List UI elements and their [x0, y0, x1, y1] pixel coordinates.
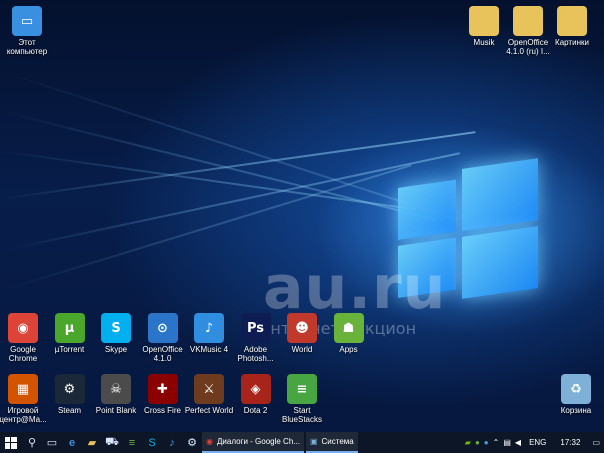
game-center-icon: ▦ — [8, 374, 38, 404]
desktop-icon-label: Этот компьютер — [6, 38, 48, 56]
tray-app-icon[interactable]: ● — [475, 438, 480, 447]
desktop-icon-bluestacks[interactable]: ≡ Start BlueStacks — [275, 374, 329, 424]
folder-icon — [513, 6, 543, 36]
perfect-world-icon: ⚔ — [194, 374, 224, 404]
desktop-icon-apps[interactable]: ☗ Apps — [322, 313, 376, 354]
bluestacks-icon: ≡ — [287, 374, 317, 404]
openoffice-icon: ⊙ — [147, 313, 178, 343]
system-tray: ▰ ● ● ⌃ ▤ ◀ ENG 17:32 ▭ — [465, 432, 604, 453]
dota2-icon: ◈ — [240, 374, 271, 404]
recycle-bin-icon: ♻ — [561, 374, 591, 404]
apps-icon: ☗ — [333, 313, 364, 343]
utorrent-icon: µ — [54, 313, 85, 343]
steam-icon[interactable]: ⚙ — [182, 432, 202, 453]
desktop-icon-kartinki[interactable]: Картинки — [545, 6, 599, 47]
world-icon: ☻ — [287, 313, 317, 343]
system-icon: ▣ — [309, 437, 318, 446]
desktop-icon-label: Apps — [339, 345, 358, 354]
task-view-icon[interactable]: ▭ — [42, 432, 62, 453]
explorer-icon[interactable]: ▰ — [82, 432, 102, 453]
recycle-bin-label: Корзина — [560, 406, 592, 415]
folder-icon — [469, 6, 499, 36]
volume-icon[interactable]: ◀ — [515, 438, 521, 447]
skype-icon[interactable]: S — [142, 432, 162, 453]
desktop-icon-label: Картинки — [555, 38, 589, 47]
skype-icon: S — [101, 313, 131, 343]
taskbar-task-system[interactable]: ▣ Система — [305, 432, 358, 453]
language-indicator[interactable]: ENG — [529, 438, 546, 447]
nvidia-icon[interactable]: ▰ — [465, 438, 471, 447]
taskbar: ⚲ ▭ e ▰ ⛟ ≡ S ♪ ⚙ ◉ Диалоги - Google Ch.… — [0, 432, 604, 453]
computer-icon: ▭ — [12, 6, 42, 36]
vkmusic-icon[interactable]: ♪ — [162, 432, 182, 453]
tray-app-icon[interactable]: ● — [484, 438, 489, 447]
chrome-icon: ◉ — [206, 437, 213, 446]
crossfire-icon: ✚ — [147, 374, 178, 404]
taskbar-task-label: Диалоги - Google Ch... — [216, 437, 300, 446]
chevron-up-icon[interactable]: ⌃ — [493, 438, 500, 447]
desktop-icon-label: Start BlueStacks — [281, 406, 323, 424]
point-blank-icon: ☠ — [101, 374, 131, 404]
desktop: au.ru интернет-аукцион ▭Этот компьютер M… — [0, 0, 604, 432]
edge-icon[interactable]: e — [62, 432, 82, 453]
network-icon[interactable]: ▤ — [503, 438, 511, 447]
taskbar-task-chrome[interactable]: ◉ Диалоги - Google Ch... — [202, 432, 304, 453]
taskbar-task-label: Система — [321, 437, 354, 446]
vkmusic-icon: ♪ — [194, 313, 224, 343]
search-icon[interactable]: ⚲ — [22, 432, 42, 453]
chrome-icon: ◉ — [8, 313, 38, 343]
steam-icon: ⚙ — [54, 374, 85, 404]
photoshop-icon: Ps — [240, 313, 271, 343]
bluestacks-icon[interactable]: ≡ — [122, 432, 142, 453]
clock[interactable]: 17:32 — [560, 438, 580, 447]
store-icon[interactable]: ⛟ — [102, 432, 122, 453]
recycle-bin[interactable]: ♻ Корзина — [549, 374, 603, 415]
notification-icon[interactable]: ▭ — [592, 438, 600, 447]
windows-start-icon[interactable] — [0, 432, 22, 453]
desktop-icon-this-pc[interactable]: ▭ Этот компьютер — [0, 6, 54, 56]
folder-icon — [557, 6, 587, 36]
